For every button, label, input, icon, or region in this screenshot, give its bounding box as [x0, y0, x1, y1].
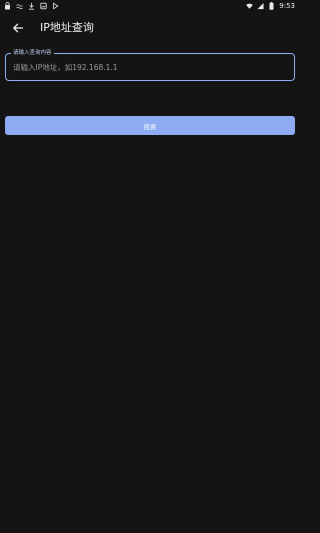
app-toolbar: IP地址查询 — [0, 14, 300, 42]
battery-icon — [268, 2, 275, 10]
lock-badge-icon — [4, 2, 11, 10]
image-icon — [40, 2, 47, 10]
wave-icon — [16, 2, 23, 10]
status-bar: 9:53 — [0, 0, 300, 12]
page-title: IP地址查询 — [40, 21, 94, 34]
wifi-icon — [246, 2, 254, 10]
back-button[interactable] — [10, 20, 26, 36]
search-field-label: 请输入查询内容 — [11, 49, 54, 57]
search-button[interactable]: 搜索 — [5, 116, 295, 135]
arrow-left-icon — [12, 19, 24, 38]
signal-icon — [257, 2, 264, 10]
download-icon — [28, 2, 35, 10]
status-icons-left — [4, 1, 59, 11]
ip-search-field[interactable]: 请输入查询内容 — [5, 49, 296, 81]
play-icon — [52, 2, 59, 10]
status-time: 9:53 — [279, 2, 295, 10]
status-icons-right: 9:53 — [246, 1, 295, 11]
ip-search-input[interactable] — [10, 58, 296, 76]
